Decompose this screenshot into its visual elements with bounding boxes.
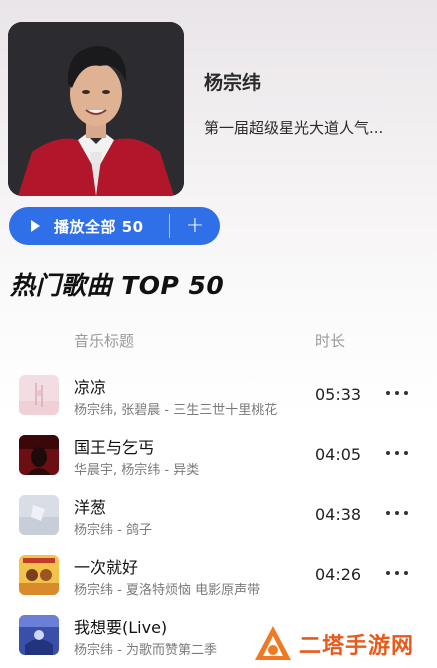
album-cover — [19, 615, 59, 655]
column-header-title: 音乐标题 — [74, 332, 135, 350]
artist-portrait[interactable] — [8, 22, 184, 196]
song-row[interactable]: 国王与乞丐 华晨宇, 杨宗纬 - 异类 04:05 — [0, 425, 437, 485]
song-meta: 杨宗纬 - 鸽子 — [74, 523, 152, 538]
song-row[interactable]: 一次就好 杨宗纬 - 夏洛特烦恼 电影原声带 04:26 — [0, 545, 437, 605]
site-watermark: 二塔手游网 — [253, 622, 435, 666]
artist-subtitle[interactable]: 第一届超级星光大道人气... — [204, 117, 424, 138]
section-title: 热门歌曲 TOP 50 — [10, 271, 225, 300]
more-options-icon[interactable] — [386, 503, 408, 523]
song-duration: 04:26 — [315, 565, 362, 584]
song-duration: 04:05 — [315, 445, 362, 464]
more-options-icon[interactable] — [386, 383, 408, 403]
album-cover — [19, 375, 59, 415]
watermark-logo-icon — [255, 626, 291, 660]
watermark-text: 二塔手游网 — [299, 634, 415, 659]
song-row[interactable]: 洋葱 杨宗纬 - 鸽子 04:38 — [0, 485, 437, 545]
song-meta: 华晨宇, 杨宗纬 - 异类 — [74, 463, 200, 478]
plus-icon: + — [185, 213, 205, 238]
song-title: 国王与乞丐 — [74, 438, 155, 457]
artist-header: 杨宗纬 第一届超级星光大道人气... 播放全部 50 + — [0, 0, 437, 260]
artist-name: 杨宗纬 — [204, 72, 262, 94]
play-all-button[interactable]: 播放全部 50 + — [9, 207, 220, 245]
play-all-label: 播放全部 50 — [54, 217, 144, 236]
column-header-duration: 时长 — [315, 332, 346, 350]
more-options-icon[interactable] — [386, 443, 408, 463]
play-icon — [31, 220, 40, 232]
song-title: 洋葱 — [74, 498, 107, 517]
song-meta: 杨宗纬, 张碧晨 - 三生三世十里桃花 — [74, 403, 278, 418]
song-duration: 04:38 — [315, 505, 362, 524]
song-meta: 杨宗纬 - 夏洛特烦恼 电影原声带 — [74, 583, 261, 598]
play-all-main[interactable]: 播放全部 50 — [9, 207, 169, 245]
more-options-icon[interactable] — [386, 563, 408, 583]
song-duration: 05:33 — [315, 385, 362, 404]
album-cover — [19, 435, 59, 475]
song-title: 我想要(Live) — [74, 618, 168, 637]
song-row[interactable]: 凉凉 杨宗纬, 张碧晨 - 三生三世十里桃花 05:33 — [0, 365, 437, 425]
song-title: 一次就好 — [74, 558, 139, 577]
song-title: 凉凉 — [74, 378, 107, 397]
add-to-playlist-button[interactable]: + — [170, 207, 220, 245]
song-list: 凉凉 杨宗纬, 张碧晨 - 三生三世十里桃花 05:33 国王与乞丐 华晨宇, … — [0, 365, 437, 665]
album-cover — [19, 555, 59, 595]
album-cover — [19, 495, 59, 535]
